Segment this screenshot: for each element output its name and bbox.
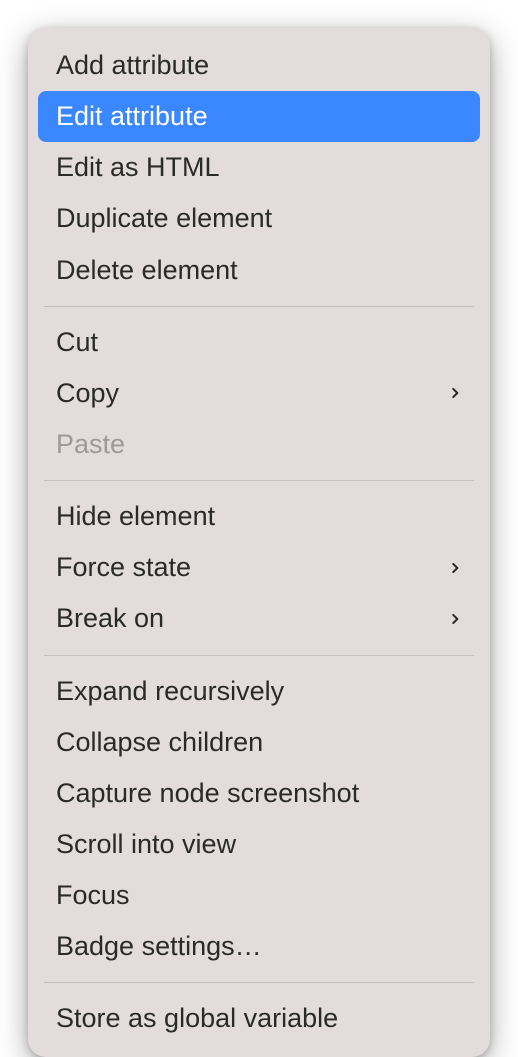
menu-copy[interactable]: Copy: [28, 368, 490, 419]
chevron-right-icon: [448, 561, 462, 575]
menu-edit-as-html[interactable]: Edit as HTML: [28, 142, 490, 193]
menu-item-label: Store as global variable: [56, 999, 338, 1038]
menu-item-label: Cut: [56, 323, 98, 362]
menu-item-label: Force state: [56, 548, 191, 587]
menu-item-label: Focus: [56, 876, 130, 915]
menu-add-attribute[interactable]: Add attribute: [28, 40, 490, 91]
menu-badge-settings[interactable]: Badge settings…: [28, 921, 490, 972]
menu-edit-attribute[interactable]: Edit attribute: [38, 91, 480, 142]
menu-expand-recursively[interactable]: Expand recursively: [28, 666, 490, 717]
menu-item-label: Paste: [56, 425, 125, 464]
menu-scroll-into-view[interactable]: Scroll into view: [28, 819, 490, 870]
menu-collapse-children[interactable]: Collapse children: [28, 717, 490, 768]
menu-break-on[interactable]: Break on: [28, 593, 490, 644]
menu-separator: [44, 982, 474, 983]
menu-separator: [44, 306, 474, 307]
menu-item-label: Edit as HTML: [56, 148, 220, 187]
menu-item-label: Badge settings…: [56, 927, 262, 966]
menu-item-label: Collapse children: [56, 723, 263, 762]
menu-store-as-global-variable[interactable]: Store as global variable: [28, 993, 490, 1044]
chevron-right-icon: [448, 386, 462, 400]
chevron-right-icon: [448, 612, 462, 626]
menu-item-label: Hide element: [56, 497, 215, 536]
menu-cut[interactable]: Cut: [28, 317, 490, 368]
menu-paste: Paste: [28, 419, 490, 470]
menu-item-label: Capture node screenshot: [56, 774, 359, 813]
menu-separator: [44, 480, 474, 481]
context-menu: Add attribute Edit attribute Edit as HTML D…: [28, 28, 490, 1057]
menu-item-label: Delete element: [56, 251, 238, 290]
menu-capture-node-screenshot[interactable]: Capture node screenshot: [28, 768, 490, 819]
menu-item-label: Scroll into view: [56, 825, 236, 864]
menu-delete-element[interactable]: Delete element: [28, 245, 490, 296]
menu-item-label: Edit attribute: [56, 97, 208, 136]
menu-item-label: Add attribute: [56, 46, 209, 85]
menu-item-label: Break on: [56, 599, 164, 638]
menu-separator: [44, 655, 474, 656]
menu-item-label: Expand recursively: [56, 672, 284, 711]
menu-focus[interactable]: Focus: [28, 870, 490, 921]
menu-item-label: Duplicate element: [56, 199, 272, 238]
menu-duplicate-element[interactable]: Duplicate element: [28, 193, 490, 244]
menu-hide-element[interactable]: Hide element: [28, 491, 490, 542]
menu-force-state[interactable]: Force state: [28, 542, 490, 593]
menu-item-label: Copy: [56, 374, 119, 413]
